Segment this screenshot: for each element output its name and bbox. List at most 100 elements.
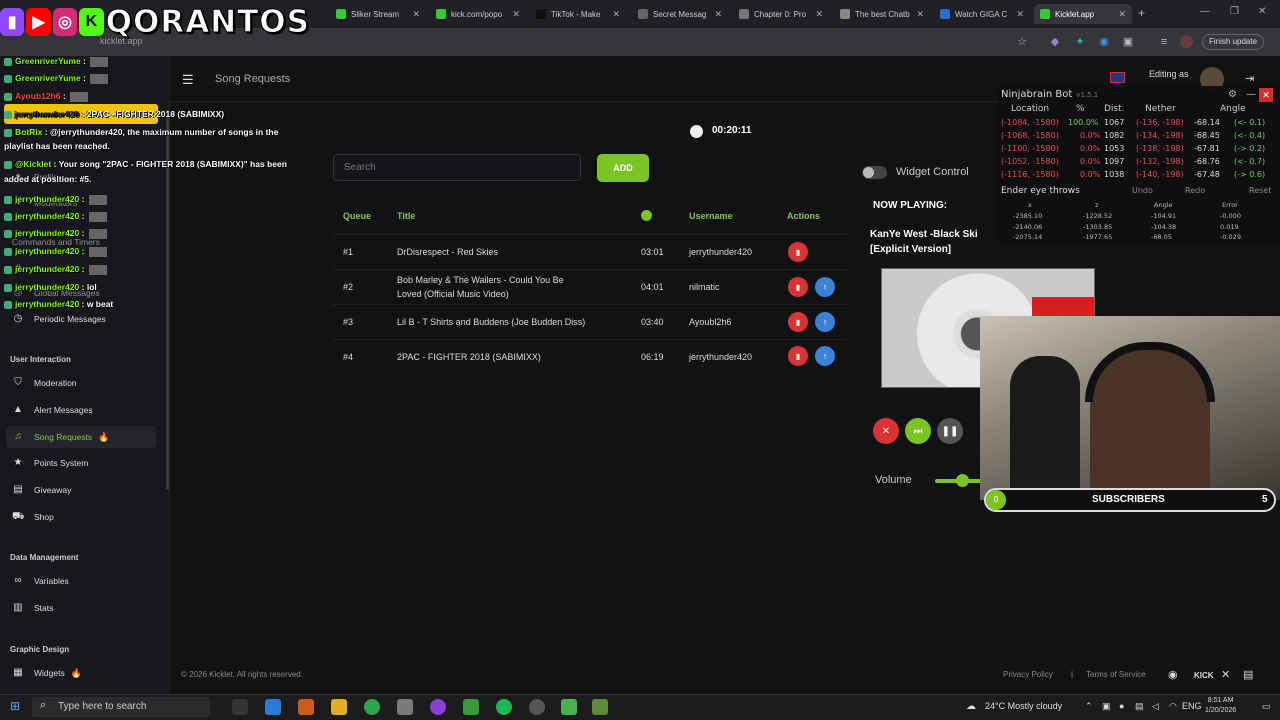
spotify-icon[interactable]	[496, 699, 512, 715]
chrome-icon[interactable]	[364, 699, 380, 715]
wifi-icon[interactable]: ◠	[1169, 701, 1177, 712]
delete-song-button[interactable]: ▮	[788, 277, 808, 297]
move-up-button[interactable]: ↑	[815, 277, 835, 297]
terms-of-service-link[interactable]: Terms of Service	[1086, 670, 1146, 679]
profile-avatar[interactable]	[1180, 35, 1193, 48]
minecraft-icon[interactable]	[561, 699, 577, 715]
logout-icon[interactable]: ⇥	[1245, 72, 1254, 85]
nb-cell: (<- 0.4)	[1234, 131, 1266, 140]
extension-icon[interactable]: ✦	[1073, 35, 1087, 49]
close-icon[interactable]: ✕	[1010, 9, 1024, 20]
new-tab-icon[interactable]: +	[1138, 6, 1145, 20]
app-icon[interactable]	[463, 699, 479, 715]
app-icon[interactable]	[298, 699, 314, 715]
close-icon[interactable]: ✕	[1112, 9, 1126, 20]
bookmark-star-icon[interactable]: ☆	[1015, 35, 1029, 49]
close-icon[interactable]: ✕	[708, 9, 722, 20]
delete-song-button[interactable]: ▮	[788, 312, 808, 332]
extension-icon[interactable]: ◆	[1048, 35, 1062, 49]
reset-button[interactable]: Reset	[1249, 186, 1271, 195]
skip-button[interactable]: ⏭	[905, 418, 931, 444]
tab-chatbot[interactable]: The best Chatb ✕	[834, 4, 930, 24]
ninjabrain-close-icon[interactable]: ✕	[1259, 88, 1273, 102]
volume-icon[interactable]: ◁	[1152, 701, 1159, 712]
pause-button[interactable]: ❚❚	[937, 418, 963, 444]
windows-start-icon[interactable]: ⊞	[10, 699, 20, 713]
queue-position: #3	[343, 317, 354, 327]
search-input[interactable]	[333, 154, 581, 181]
kick-icon[interactable]: KICK	[1194, 671, 1214, 680]
tray-chevron-icon[interactable]: ⌃	[1085, 701, 1093, 712]
close-icon[interactable]: ✕	[406, 9, 420, 20]
nb-cell: (-132, -198)	[1136, 157, 1184, 166]
undo-button[interactable]: Undo	[1132, 186, 1153, 195]
volume-slider-handle[interactable]	[956, 474, 969, 487]
tab-sliker[interactable]: Sliker Stream ✕	[330, 4, 426, 24]
close-icon[interactable]: ✕	[910, 9, 924, 20]
discord-icon[interactable]: ◉	[1168, 668, 1178, 681]
settings-gear-icon[interactable]: ⚙	[1228, 89, 1237, 100]
tab-list-icon[interactable]: ≡	[1157, 35, 1171, 49]
sidebar-item-song-requests[interactable]: ♫ Song Requests 🔥	[6, 426, 156, 448]
close-icon[interactable]: ✕	[809, 9, 823, 20]
maximize-icon[interactable]: ❐	[1230, 6, 1239, 17]
minimize-icon[interactable]: —	[1246, 89, 1256, 100]
tab-giga[interactable]: Watch GIGA C ✕	[934, 4, 1030, 24]
sidebar-item-widgets[interactable]: ▦ Widgets 🔥	[6, 662, 156, 684]
sidebar-item-variables[interactable]: ∞ Variables	[6, 570, 156, 592]
privacy-policy-link[interactable]: Privacy Policy	[1003, 670, 1053, 679]
hamburger-menu-icon[interactable]: ☰	[182, 72, 194, 88]
language-indicator[interactable]: ENG	[1182, 701, 1202, 711]
move-up-button[interactable]: ↑	[815, 346, 835, 366]
sidebar-item-points-system[interactable]: ★ Points System	[6, 452, 156, 474]
microphone-icon[interactable]: ●	[1119, 701, 1124, 711]
clock-time: 8:51 AM	[1207, 697, 1234, 704]
language-flag-icon[interactable]	[1110, 72, 1125, 83]
file-explorer-icon[interactable]	[331, 699, 347, 715]
sidebar-item-periodic-messages[interactable]: ◷ Periodic Messages	[6, 308, 156, 330]
close-icon[interactable]: ✕	[606, 9, 620, 20]
delete-song-button[interactable]: ▮	[788, 242, 808, 262]
x-twitter-icon[interactable]: ✕	[1221, 668, 1230, 681]
obs-icon[interactable]	[529, 699, 545, 715]
taskbar-search[interactable]: Type here to search	[32, 697, 210, 717]
ninjabrain-title: Ninjabrain Bot v1.5.1	[1001, 89, 1099, 100]
task-view-icon[interactable]	[232, 699, 248, 715]
app-icon[interactable]	[265, 699, 281, 715]
finish-update-button[interactable]: Finish update	[1202, 34, 1265, 50]
sidebar-item-alert-messages[interactable]: ▲ Alert Messages	[6, 399, 156, 421]
tab-chapter[interactable]: Chapter 0: Pro ✕	[733, 4, 829, 24]
extension-icon[interactable]: ◉	[1097, 35, 1111, 49]
taskbar-search-placeholder: Type here to search	[58, 701, 147, 712]
weather-text[interactable]: 24°C Mostly cloudy	[985, 701, 1062, 711]
add-button[interactable]: ADD	[597, 154, 649, 182]
document-icon[interactable]: ▤	[1243, 668, 1253, 681]
redo-button[interactable]: Redo	[1185, 186, 1205, 195]
move-up-button[interactable]: ↑	[815, 312, 835, 332]
app-icon[interactable]	[430, 699, 446, 715]
sidebar-item-moderation[interactable]: ⛉ Moderation	[6, 372, 156, 394]
sidebar-item-shop[interactable]: ⛟ Shop	[6, 506, 156, 528]
tab-tiktok[interactable]: TikTok - Make ✕	[530, 4, 626, 24]
widget-control-toggle[interactable]	[862, 166, 887, 179]
app-icon[interactable]	[397, 699, 413, 715]
copyright-text: © 2026 Kicklet. All rights reserved.	[181, 670, 303, 679]
delete-song-button[interactable]: ▮	[788, 346, 808, 366]
taskbar-clock[interactable]: 8:51 AM 1/20/2026	[1205, 696, 1236, 716]
tab-kicklet[interactable]: Kicklet.app ✕	[1034, 4, 1132, 24]
app-icon[interactable]	[592, 699, 608, 715]
close-icon[interactable]: ✕	[506, 9, 520, 20]
sidebar-item-stats[interactable]: ▥ Stats	[6, 597, 156, 619]
tab-kick[interactable]: kick.com/popo ✕	[430, 4, 526, 24]
extensions-puzzle-icon[interactable]: ▣	[1121, 35, 1135, 49]
tab-favicon	[739, 9, 749, 19]
window-close-icon[interactable]: ✕	[1258, 6, 1266, 17]
network-icon[interactable]: ▤	[1135, 701, 1144, 712]
stop-button[interactable]: ✕	[873, 418, 899, 444]
tray-icon[interactable]: ▣	[1102, 701, 1111, 712]
sidebar-item-giveaway[interactable]: ▤ Giveaway	[6, 479, 156, 501]
minimize-icon[interactable]: —	[1200, 6, 1210, 17]
notification-icon[interactable]: ▭	[1262, 701, 1271, 712]
nb-sub-cell: -104.38	[1151, 223, 1177, 231]
tab-secret-message[interactable]: Secret Messag ✕	[632, 4, 728, 24]
